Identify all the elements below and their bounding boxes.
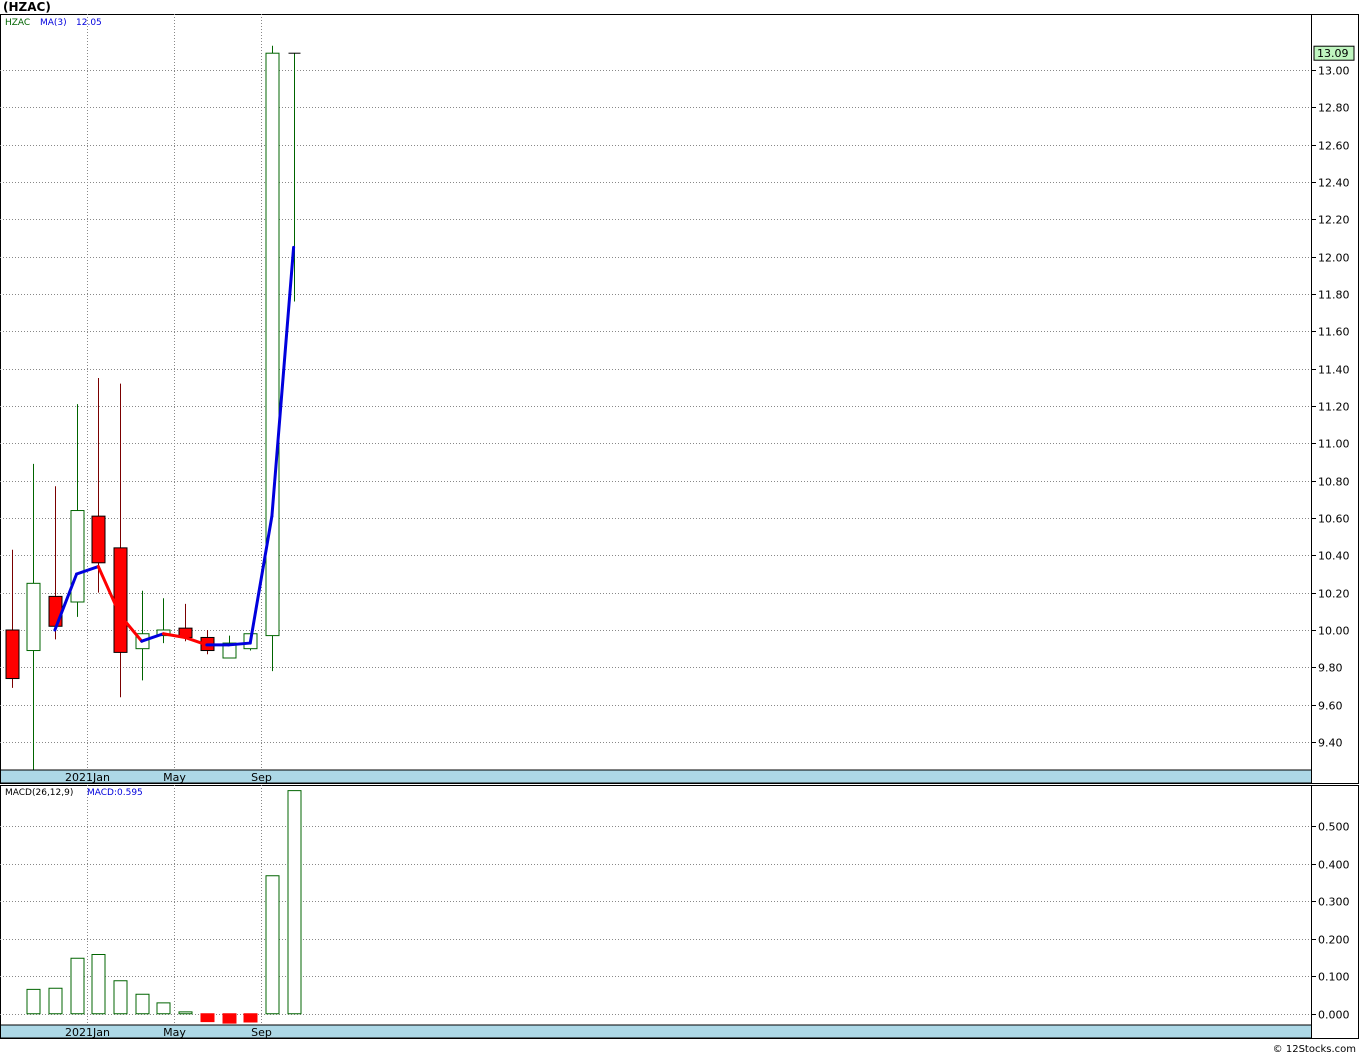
copyright: © 12Stocks.com	[1273, 1044, 1356, 1055]
price-y-tick-label: 11.40	[1318, 364, 1350, 377]
ma-segment	[227, 641, 252, 647]
macd-bar	[287, 790, 302, 1015]
macd-bar	[200, 1013, 215, 1023]
candle-body	[265, 52, 280, 637]
macd-bar	[113, 980, 128, 1015]
macd-bar	[91, 954, 106, 1015]
legend-symbol: HZAC	[5, 18, 30, 28]
macd-bars	[26, 790, 302, 1024]
macd-panel-frame	[0, 785, 1359, 1039]
price-x-tick-label: 2021Jan	[65, 771, 110, 784]
price-x-axis-band	[0, 769, 1312, 784]
price-y-axis: 9.40 9.60 9.80 10.00 10.20 10.40 10.60 10.80 11.…	[1311, 14, 1350, 783]
candle-body	[91, 515, 106, 564]
macd-x-tick-label: 2021Jan	[65, 1026, 110, 1039]
price-y-tick-label: 9.60	[1318, 700, 1343, 713]
macd-legend: MACD(26,12,9) MACD:0.595	[5, 788, 143, 798]
last-price-label: 13.09	[1317, 47, 1349, 60]
macd-bar	[26, 988, 41, 1015]
price-y-tick-label: 10.00	[1318, 625, 1350, 638]
macd-gridlines	[0, 785, 1311, 1025]
price-y-tick-label: 12.80	[1318, 102, 1350, 115]
price-x-axis: 2021Jan May Sep	[0, 769, 1312, 784]
macd-bar	[135, 993, 150, 1015]
price-y-tick-label: 12.40	[1318, 177, 1350, 190]
legend-macd-name: MACD(26,12,9)	[5, 788, 73, 798]
price-y-tick-label: 12.00	[1318, 252, 1350, 265]
price-y-tick-label: 9.80	[1318, 662, 1343, 675]
macd-y-tick-label: 0.100	[1318, 971, 1350, 984]
price-y-tick-label: 10.60	[1318, 513, 1350, 526]
legend-ma-label: MA(3)	[40, 18, 67, 28]
macd-y-tick-label: 0.000	[1318, 1009, 1350, 1022]
macd-y-tick-label: 0.500	[1318, 821, 1350, 834]
macd-bar	[243, 1013, 258, 1023]
chart-title: (HZAC)	[3, 0, 51, 14]
candle-body	[113, 547, 128, 653]
macd-y-axis: 0.000 0.100 0.200 0.300 0.400 0.500	[1311, 785, 1350, 1038]
macd-y-tick-label: 0.200	[1318, 934, 1350, 947]
macd-y-tick-label: 0.300	[1318, 896, 1350, 909]
price-y-tick-label: 10.40	[1318, 550, 1350, 563]
macd-panel: 0.000 0.100 0.200 0.300 0.400 0.500 2021Jan Ma…	[0, 785, 1359, 1039]
candle-body	[5, 629, 20, 680]
price-y-tick-label: 11.20	[1318, 401, 1350, 414]
macd-x-tick-label: May	[163, 1026, 186, 1039]
price-y-tick-label: 11.00	[1318, 438, 1350, 451]
macd-bar	[48, 987, 63, 1015]
macd-bar	[70, 957, 85, 1015]
macd-x-axis-band	[0, 1024, 1312, 1039]
price-legend: HZAC MA(3) 12.05	[5, 18, 102, 28]
price-y-tick-label: 11.80	[1318, 289, 1350, 302]
price-y-tick-label: 10.80	[1318, 476, 1350, 489]
price-y-tick-label: 9.40	[1318, 737, 1343, 750]
price-panel: 9.40 9.60 9.80 10.00 10.20 10.40 10.60 10.80 11.…	[0, 14, 1359, 784]
macd-bar	[222, 1013, 237, 1024]
candle-body	[26, 582, 41, 652]
price-y-tick-label: 12.60	[1318, 140, 1350, 153]
candle-body	[48, 595, 63, 627]
macd-bar	[265, 875, 280, 1015]
price-x-tick-label: Sep	[251, 771, 272, 784]
price-y-tick-label: 10.20	[1318, 588, 1350, 601]
macd-bar	[156, 1002, 171, 1015]
macd-bar	[178, 1011, 193, 1015]
candle-body	[70, 510, 85, 603]
price-x-tick-label: May	[163, 771, 186, 784]
stock-chart: (HZAC) 9.40 9.60 9.80 10.00 10.20 10.40 10.60 1…	[0, 0, 1359, 1055]
candlesticks	[5, 45, 301, 770]
price-y-tick-label: 12.20	[1318, 214, 1350, 227]
price-panel-frame	[0, 14, 1359, 784]
price-gridlines	[0, 14, 1311, 770]
macd-x-axis: 2021Jan May Sep	[0, 1024, 1312, 1039]
macd-y-tick-label: 0.400	[1318, 859, 1350, 872]
legend-ma-value: 12.05	[76, 18, 102, 28]
price-y-tick-label: 13.00	[1318, 65, 1350, 78]
last-price-box: 13.09	[1313, 45, 1355, 61]
price-y-tick-label: 11.60	[1318, 326, 1350, 339]
macd-x-tick-label: Sep	[251, 1026, 272, 1039]
legend-macd-value: MACD:0.595	[87, 788, 143, 798]
